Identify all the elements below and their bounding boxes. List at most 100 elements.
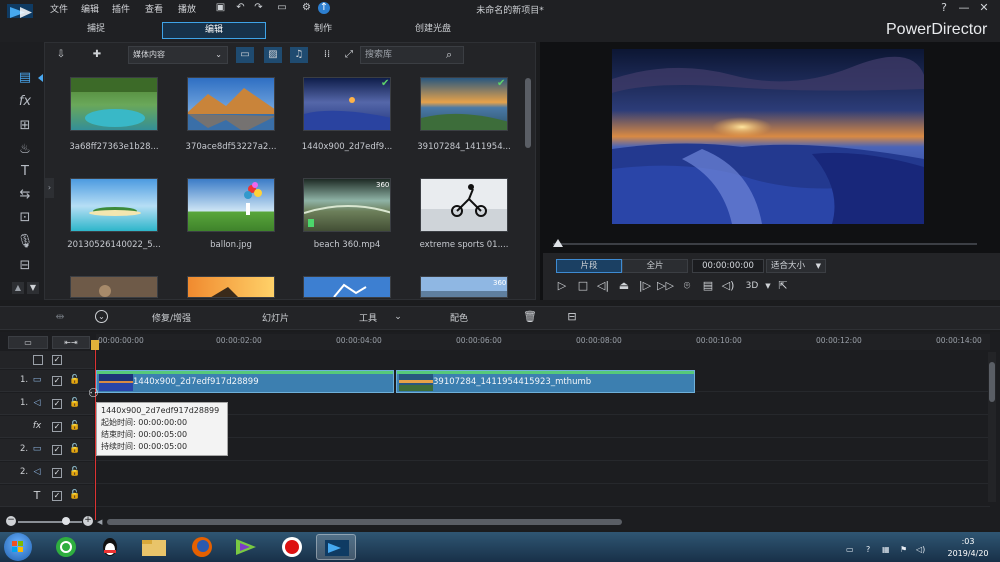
particle-room-icon[interactable]: ♨ — [16, 142, 34, 158]
close-button[interactable]: ✕ — [976, 1, 992, 15]
master-enable-checkbox[interactable]: ✓ — [52, 355, 62, 365]
expand-view-icon[interactable]: ⤢ — [340, 47, 358, 63]
preview-scrubber-handle[interactable] — [553, 239, 563, 247]
thumbnail-forest-lake[interactable] — [70, 77, 158, 131]
track-enable-checkbox[interactable]: ✓ — [52, 376, 62, 386]
filter-video-icon[interactable]: ▭ — [236, 47, 254, 63]
chapter-room-icon[interactable]: ⊟ — [16, 258, 34, 274]
zoom-slider-track[interactable] — [18, 521, 82, 523]
pip-room-icon[interactable]: ⊞ — [16, 118, 34, 134]
volume-icon[interactable]: ◁) — [720, 279, 736, 293]
thumbnail-partial[interactable] — [187, 276, 275, 298]
taskbar-app-explorer[interactable] — [134, 534, 174, 560]
tray-volume-icon[interactable]: ◁) — [916, 545, 925, 554]
track-lane[interactable] — [96, 416, 990, 438]
search-icon[interactable]: ⌕ — [446, 48, 452, 62]
tray-flag-icon[interactable]: ⚑ — [900, 545, 907, 554]
track-lane[interactable] — [96, 393, 990, 415]
menu-view[interactable]: 查看 — [145, 2, 163, 15]
track-lane[interactable] — [96, 439, 990, 461]
title-room-icon[interactable]: T — [16, 164, 34, 180]
tab-produce[interactable]: 制作 — [282, 22, 364, 39]
taskbar-app-qq[interactable] — [90, 534, 130, 560]
color-match-button[interactable]: 配色 — [450, 311, 468, 324]
next-frame-icon[interactable]: |▷ — [637, 279, 653, 293]
timecode-display[interactable]: 00:00:00:00 — [692, 259, 764, 273]
thumbnail-partial[interactable] — [303, 276, 391, 298]
track-enable-checkbox[interactable]: ✓ — [52, 468, 62, 478]
view-grid-icon[interactable]: ⁞⁞ — [318, 47, 336, 63]
thumbnail-extreme-sports[interactable] — [420, 178, 508, 232]
media-content-dropdown[interactable]: 媒体内容 ⌄ — [128, 46, 228, 64]
rail-scroll-down-icon[interactable]: ▼ — [27, 282, 39, 294]
3d-toggle[interactable]: 3D — [742, 279, 762, 293]
slideshow-button[interactable]: 幻灯片 — [262, 311, 289, 324]
media-room-icon[interactable]: ▤ — [16, 70, 34, 86]
movie-mode-button[interactable]: 全片 — [622, 259, 688, 273]
import-media-icon[interactable]: ⇩ — [52, 47, 70, 63]
track-lane[interactable] — [96, 462, 990, 484]
timeline-hscroll-thumb[interactable] — [107, 519, 622, 525]
track-enable-checkbox[interactable]: ✓ — [52, 491, 62, 501]
fix-enhance-button[interactable]: 修复/增强 — [152, 311, 191, 324]
tray-keyboard-icon[interactable]: ▭ — [846, 545, 854, 554]
menu-play[interactable]: 播放 — [178, 2, 196, 15]
storyboard-view-icon[interactable]: ⇤⇥ — [52, 336, 90, 349]
expand-panel-icon[interactable]: › — [45, 178, 54, 198]
plugins-icon[interactable]: ✚ — [88, 47, 106, 63]
play-icon[interactable]: ▷ — [554, 279, 570, 293]
tools-button[interactable]: 工具 — [359, 311, 377, 324]
thumbnail-partial[interactable] — [70, 276, 158, 298]
split-icon[interactable]: ⏏ — [616, 279, 632, 293]
tray-network-icon[interactable]: ▦ — [882, 545, 890, 554]
tools-chevron-icon[interactable]: ⌄ — [390, 310, 406, 324]
taskbar-app-recorder[interactable] — [272, 534, 312, 560]
clip-properties-icon[interactable]: ⊟ — [564, 310, 580, 324]
rail-scroll-up-icon[interactable]: ▲ — [12, 282, 24, 294]
taskbar-app-firefox[interactable] — [182, 534, 222, 560]
track-enable-checkbox[interactable]: ✓ — [52, 399, 62, 409]
taskbar-app-360[interactable] — [46, 534, 86, 560]
playhead-handle[interactable] — [91, 340, 99, 350]
lock-icon[interactable]: 🔓 — [69, 490, 80, 501]
menu-edit[interactable]: 编辑 — [81, 2, 99, 15]
lock-icon[interactable]: 🔓 — [69, 467, 80, 478]
scroll-left-icon[interactable]: ◀ — [97, 518, 102, 526]
zoom-in-icon[interactable]: + — [83, 516, 93, 526]
menu-file[interactable]: 文件 — [50, 2, 68, 15]
zoom-out-icon[interactable]: − — [6, 516, 16, 526]
voice-over-icon[interactable]: 🎙 — [16, 234, 34, 250]
timeline-view-icon[interactable]: ▭ — [8, 336, 48, 349]
fx-room-icon[interactable]: fx — [16, 94, 34, 110]
lock-icon[interactable]: 🔓 — [69, 421, 80, 432]
track-enable-checkbox[interactable]: ✓ — [52, 445, 62, 455]
upgrade-icon[interactable]: ↑ — [318, 2, 330, 14]
timeline-clip[interactable]: 39107284_1411954415923_mthumb — [396, 370, 695, 393]
link-icon[interactable]: ⇹ — [52, 310, 68, 324]
fit-size-dropdown[interactable]: 适合大小 ▼ — [766, 259, 826, 273]
transition-room-icon[interactable]: ⇆ — [16, 187, 34, 203]
delete-icon[interactable]: 🗑 — [522, 310, 538, 324]
timeline-vscroll-thumb[interactable] — [989, 362, 995, 402]
tray-help-icon[interactable]: ? — [866, 545, 870, 554]
lock-icon[interactable]: 🔓 — [69, 444, 80, 455]
undock-icon[interactable]: ⇱ — [775, 279, 791, 293]
taskbar-clock[interactable]: :03 2019/4/20 — [938, 536, 998, 560]
3d-caret-icon[interactable]: ▼ — [760, 279, 776, 293]
timeline-clip[interactable]: 1440x900_2d7edf917d28899 — [96, 370, 394, 393]
tab-create-disc[interactable]: 创建光盘 — [392, 22, 474, 39]
filter-audio-icon[interactable]: ♫ — [290, 47, 308, 63]
start-button[interactable] — [4, 533, 32, 561]
filter-image-icon[interactable]: ▨ — [264, 47, 282, 63]
thumbnail-tropical-island[interactable] — [70, 178, 158, 232]
undo-icon[interactable]: ↶ — [234, 2, 247, 14]
chevron-down-circle-icon[interactable]: ⌄ — [95, 310, 108, 323]
clip-mode-button[interactable]: 片段 — [556, 259, 622, 273]
save-icon[interactable]: ▣ — [214, 2, 227, 14]
thumbnail-sunset-rocks[interactable] — [420, 77, 508, 131]
help-button[interactable]: ? — [936, 1, 952, 15]
fast-forward-icon[interactable]: ▷▷ — [657, 279, 674, 293]
previous-frame-icon[interactable]: ◁| — [595, 279, 611, 293]
lock-icon[interactable]: 🔓 — [69, 375, 80, 386]
aspect-ratio-icon[interactable]: ▭ — [272, 2, 292, 14]
